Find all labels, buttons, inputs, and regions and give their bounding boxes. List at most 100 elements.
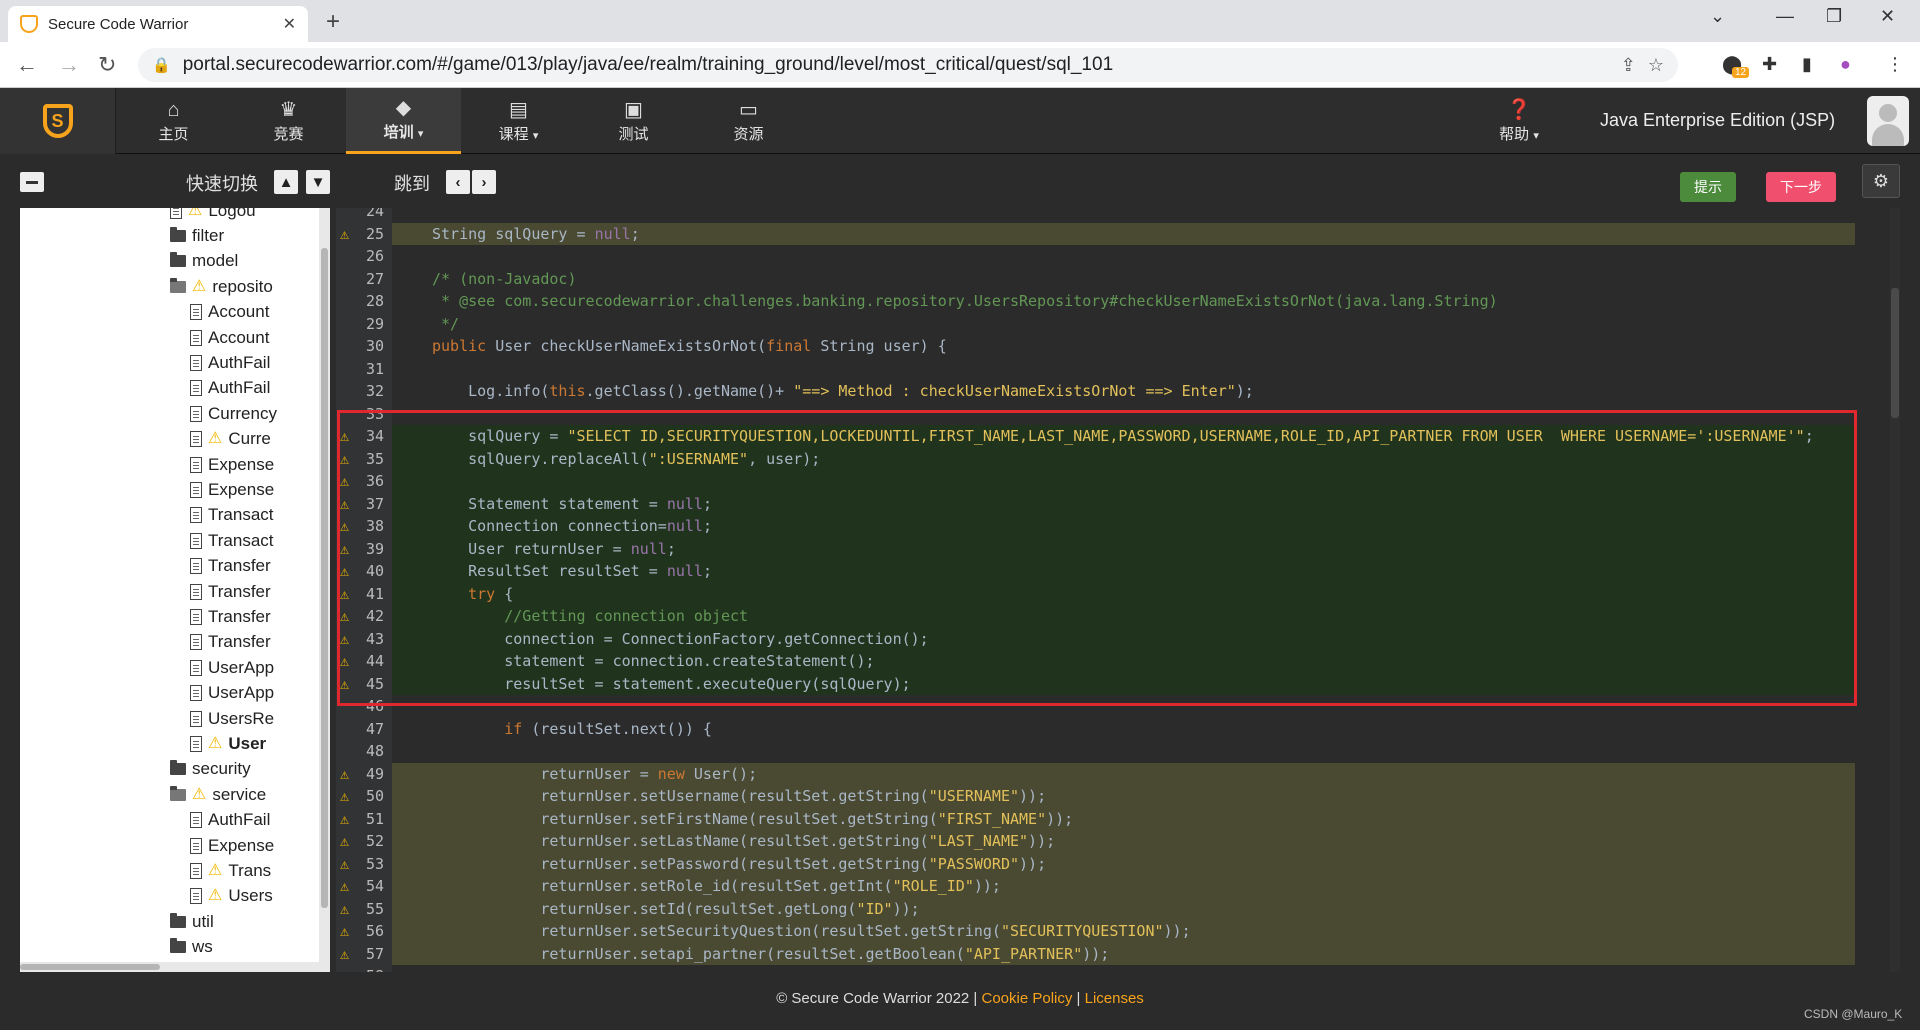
tree-horizontal-scrollbar[interactable] — [20, 962, 320, 972]
tree-vscroll-thumb[interactable] — [321, 248, 328, 908]
code-line[interactable]: ⚠ 55 returnUser.setId(resultSet.getLong("… — [336, 897, 1856, 920]
tree-file[interactable]: UserApp — [190, 681, 274, 706]
tree-file[interactable]: Transfer — [190, 554, 271, 579]
tree-file[interactable]: Expense — [190, 452, 274, 477]
tree-file[interactable]: Account — [190, 300, 269, 325]
code-line[interactable]: 47 if (resultSet.next()) { — [336, 718, 1856, 741]
tree-file[interactable]: Expense — [190, 477, 274, 502]
tree-file[interactable]: AuthFail — [190, 808, 270, 833]
nav-competition[interactable]: ♛ 竞赛 — [231, 88, 346, 154]
code-line[interactable]: ⚠ 25 String sqlQuery = null; — [336, 222, 1856, 245]
minimize-button[interactable]: — — [1776, 6, 1794, 27]
code-line[interactable]: 28 * @see com.securecodewarrior.challeng… — [336, 290, 1856, 313]
cookie-policy-link[interactable]: Cookie Policy — [982, 990, 1073, 1007]
code-line[interactable]: 58 — [336, 965, 1856, 972]
tree-file[interactable]: ⚠ User — [190, 731, 266, 756]
user-avatar[interactable] — [1867, 96, 1909, 146]
tree-folder[interactable]: model — [170, 249, 238, 274]
tree-folder[interactable]: filter — [170, 223, 224, 248]
tree-file[interactable]: AuthFail — [190, 376, 270, 401]
tree-file[interactable]: Transact — [190, 503, 274, 528]
forward-button[interactable]: → — [58, 52, 80, 78]
language-edition[interactable]: Java Enterprise Edition (JSP) — [1600, 110, 1835, 131]
code-line[interactable]: 30 public User checkUserNameExistsOrNot(f… — [336, 335, 1856, 358]
browser-tab[interactable]: Secure Code Warrior ✕ — [8, 6, 308, 42]
editor-vscroll-thumb[interactable] — [1891, 288, 1899, 418]
tree-file[interactable]: Account — [190, 325, 269, 350]
tab-search-icon[interactable]: ⌄ — [1710, 6, 1725, 27]
tree-file[interactable]: ⚠ Curre — [190, 427, 271, 452]
tree-file[interactable]: Transfer — [190, 604, 271, 629]
hint-button[interactable]: 提示 — [1680, 172, 1736, 202]
tree-folder[interactable]: ws — [170, 935, 213, 960]
code-line[interactable]: ⚠ 56 returnUser.setSecurityQuestion(resul… — [336, 920, 1856, 943]
tree-file[interactable]: Expense — [190, 833, 274, 858]
tree-file[interactable]: ⚠ Logou — [170, 208, 256, 223]
line-number: 57 — [365, 944, 384, 963]
next-step-button[interactable]: 下一步 — [1766, 172, 1836, 202]
lock-icon[interactable]: 🔒 — [152, 56, 171, 74]
code-line[interactable]: ⚠ 53 returnUser.setPassword(resultSet.get… — [336, 852, 1856, 875]
address-bar[interactable]: 🔒 portal.securecodewarrior.com/#/game/01… — [138, 48, 1678, 82]
code-line[interactable]: 24 — [336, 208, 1856, 223]
scw-logo[interactable]: S — [0, 88, 116, 154]
code-line[interactable]: ⚠ 54 returnUser.setRole_id(resultSet.getI… — [336, 875, 1856, 898]
nav-test[interactable]: ▣ 测试 — [576, 88, 691, 154]
code-line[interactable]: 31 — [336, 358, 1856, 381]
quick-switch-up-button[interactable]: ▲ — [274, 170, 298, 194]
nav-resources[interactable]: ▭ 资源 — [691, 88, 806, 154]
code-line[interactable]: 26 — [336, 245, 1856, 268]
url-text[interactable]: portal.securecodewarrior.com/#/game/013/… — [183, 54, 1609, 76]
tree-folder[interactable]: ⚠ service — [170, 782, 266, 807]
code-line[interactable]: 32 Log.info(this.getClass().getName()+ "… — [336, 380, 1856, 403]
share-icon[interactable]: ⇪ — [1621, 55, 1636, 76]
tree-file[interactable]: UserApp — [190, 655, 274, 680]
code-line[interactable]: ⚠ 57 returnUser.setapi_partner(resultSet.… — [336, 942, 1856, 965]
warning-icon: ⚠ — [192, 785, 207, 803]
code-text: Log.info(this.getClass().getName()+ "==>… — [432, 382, 1254, 400]
tree-vertical-scrollbar[interactable] — [319, 208, 330, 972]
tab-close-icon[interactable]: ✕ — [283, 14, 296, 34]
restore-button[interactable]: ❐ — [1826, 6, 1842, 27]
bookmark-star-icon[interactable]: ☆ — [1648, 55, 1664, 76]
profile-avatar-icon[interactable]: ● — [1840, 54, 1851, 75]
tree-item-label: Curre — [228, 429, 271, 449]
tree-file[interactable]: Transfer — [190, 630, 271, 655]
nav-home[interactable]: ⌂ 主页 — [116, 88, 231, 154]
code-line[interactable]: ⚠ 51 returnUser.setFirstName(resultSet.ge… — [336, 807, 1856, 830]
tree-folder[interactable]: ⚠ reposito — [170, 274, 273, 299]
code-line[interactable]: 29 */ — [336, 313, 1856, 336]
tree-file[interactable]: Currency — [190, 401, 277, 426]
tree-file[interactable]: Transfer — [190, 579, 271, 604]
tree-file[interactable]: ⚠ Trans — [190, 858, 271, 883]
editor-vertical-scrollbar[interactable] — [1890, 208, 1900, 972]
nav-help[interactable]: ❓ 帮助 ▾ — [1474, 88, 1564, 154]
jump-next-button[interactable]: › — [472, 170, 496, 194]
code-line[interactable]: ⚠ 52 returnUser.setLastName(resultSet.get… — [336, 830, 1856, 853]
back-button[interactable]: ← — [16, 52, 38, 78]
code-line[interactable]: ⚠ 50 returnUser.setUsername(resultSet.get… — [336, 785, 1856, 808]
code-line[interactable]: ⚠ 49 returnUser = new User(); — [336, 762, 1856, 785]
nav-courses[interactable]: ▤ 课程 ▾ — [461, 88, 576, 154]
code-line[interactable]: 48 — [336, 740, 1856, 763]
collapse-tree-button[interactable] — [20, 172, 44, 192]
nav-training[interactable]: ◆ 培训 ▾ — [346, 88, 461, 154]
tree-file[interactable]: UsersRe — [190, 706, 274, 731]
quick-switch-down-button[interactable]: ▼ — [306, 170, 330, 194]
tree-folder[interactable]: util — [170, 909, 214, 934]
licenses-link[interactable]: Licenses — [1085, 990, 1144, 1007]
tree-file[interactable]: ⚠ Users — [190, 884, 273, 909]
reload-button[interactable]: ↻ — [98, 52, 116, 78]
puzzle-extensions-icon[interactable]: ✚ — [1762, 54, 1777, 75]
window-close-button[interactable]: ✕ — [1880, 6, 1895, 27]
new-tab-button[interactable]: + — [326, 8, 340, 36]
settings-gear-icon[interactable]: ⚙ — [1862, 164, 1900, 198]
code-line[interactable]: 27 /* (non-Javadoc) — [336, 268, 1856, 291]
browser-menu-icon[interactable]: ⋮ — [1886, 54, 1904, 75]
tree-folder[interactable]: security — [170, 757, 251, 782]
tree-hscroll-thumb[interactable] — [20, 964, 160, 970]
tree-file[interactable]: Transact — [190, 528, 274, 553]
jump-prev-button[interactable]: ‹ — [446, 170, 470, 194]
side-panel-icon[interactable]: ▮ — [1802, 54, 1812, 75]
tree-file[interactable]: AuthFail — [190, 350, 270, 375]
